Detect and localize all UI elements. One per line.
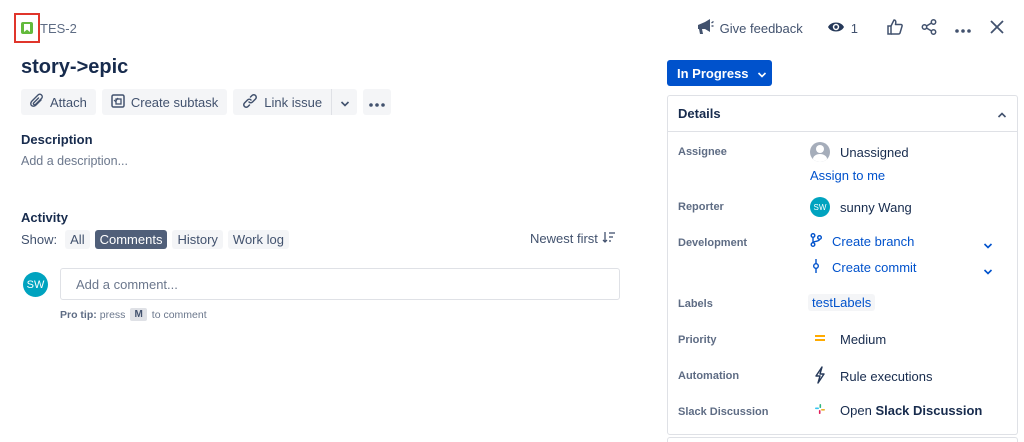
labels-value[interactable]: testLabels [808, 294, 876, 311]
assign-to-me-link[interactable]: Assign to me [810, 168, 885, 183]
automation-value[interactable]: Rule executions [810, 366, 933, 387]
protip-post: to comment [151, 308, 207, 321]
sort-label: Newest first [530, 231, 598, 246]
like-button[interactable] [880, 14, 910, 42]
label-chip[interactable]: testLabels [808, 294, 876, 311]
issue-key-breadcrumb[interactable]: TES-2 [14, 13, 77, 43]
description-heading: Description [21, 132, 93, 147]
more-icon [955, 21, 971, 36]
chevron-down-icon[interactable] [983, 263, 993, 278]
lightning-icon [810, 366, 830, 387]
avatar: SW [23, 272, 48, 297]
priority-medium-icon [810, 330, 830, 349]
create-subtask-button[interactable]: Create subtask [101, 89, 228, 115]
chevron-down-icon [757, 66, 767, 81]
eye-icon [827, 20, 845, 37]
assignee-value[interactable]: Unassigned [810, 142, 909, 162]
story-icon [21, 22, 33, 34]
share-button[interactable] [914, 14, 944, 42]
watch-count: 1 [850, 20, 858, 36]
branch-icon [810, 233, 822, 250]
chevron-down-icon [340, 95, 350, 110]
link-issue-group: Link issue [233, 89, 358, 115]
link-issue-label: Link issue [264, 94, 323, 110]
chevron-down-icon[interactable] [983, 237, 993, 252]
activity-filter-row: Show: All Comments History Work log [21, 230, 289, 249]
status-label: In Progress [677, 65, 749, 81]
priority-value[interactable]: Medium [810, 330, 886, 349]
filter-all[interactable]: All [65, 230, 90, 249]
subtask-icon [111, 93, 125, 111]
slack-label: Slack Discussion [678, 406, 769, 418]
commit-icon [810, 259, 822, 276]
chevron-up-icon[interactable] [997, 106, 1007, 121]
slack-open-text: Open Slack Discussion [840, 403, 983, 418]
create-branch-link[interactable]: Create branch [810, 233, 914, 250]
create-branch-label: Create branch [832, 234, 915, 249]
link-issue-button[interactable]: Link issue [233, 89, 332, 115]
share-icon [921, 18, 937, 38]
thumbs-up-icon [887, 18, 903, 38]
close-button[interactable] [982, 14, 1012, 42]
details-title: Details [678, 106, 721, 121]
comment-input[interactable]: Add a comment... [60, 268, 620, 300]
top-actions: Give feedback 1 [696, 14, 1012, 42]
automation-label: Automation [678, 370, 740, 382]
protip-key: M [130, 308, 147, 321]
avatar: SW [810, 197, 830, 217]
toolbar-more-button[interactable] [363, 89, 392, 115]
protip-pre: press [99, 308, 126, 321]
filter-comments[interactable]: Comments [94, 230, 168, 249]
more-icon [369, 95, 385, 110]
issue-title[interactable]: story->epic [21, 56, 128, 79]
automation-name: Rule executions [840, 369, 933, 384]
labels-label: Labels [678, 298, 713, 310]
give-feedback-button[interactable]: Give feedback [696, 18, 803, 38]
sort-order-button[interactable]: Newest first [530, 231, 616, 246]
feedback-label: Give feedback [719, 20, 803, 36]
link-issue-dropdown[interactable] [331, 89, 358, 115]
link-icon [242, 93, 258, 112]
create-commit-label: Create commit [832, 260, 917, 275]
attach-label: Attach [50, 94, 87, 110]
reporter-label: Reporter [678, 201, 724, 213]
details-header[interactable]: Details [668, 96, 1017, 132]
protip-bold: Pro tip: [60, 308, 97, 321]
issue-key[interactable]: TES-2 [40, 21, 77, 36]
priority-label: Priority [678, 334, 717, 346]
issue-toolbar: Attach Create subtask Link issue [21, 89, 392, 115]
secondary-panel [667, 437, 1018, 442]
show-label: Show: [21, 232, 58, 247]
details-panel: Details Assignee Unassigned Assign to me… [667, 95, 1018, 435]
watch-button[interactable]: 1 [827, 20, 858, 37]
slack-icon [810, 402, 830, 419]
priority-name: Medium [840, 332, 887, 347]
person-icon [810, 142, 830, 162]
create-subtask-label: Create subtask [130, 94, 219, 110]
reporter-name: sunny Wang [840, 199, 912, 215]
close-icon [990, 19, 1004, 37]
attach-button[interactable]: Attach [21, 89, 96, 115]
pro-tip: Pro tip: press M to comment [60, 308, 207, 321]
story-type-highlight [14, 13, 40, 43]
sort-icon [602, 231, 616, 246]
paperclip-icon [30, 93, 44, 112]
filter-work-log[interactable]: Work log [227, 230, 289, 249]
slack-discussion-link[interactable]: Open Slack Discussion [810, 402, 982, 419]
more-actions-button[interactable] [948, 14, 978, 42]
development-label: Development [678, 237, 748, 249]
assignee-label: Assignee [678, 146, 727, 158]
reporter-value[interactable]: SW sunny Wang [810, 197, 912, 217]
assignee-name: Unassigned [840, 144, 909, 160]
status-button[interactable]: In Progress [667, 60, 772, 86]
filter-history[interactable]: History [172, 230, 223, 249]
activity-heading: Activity [21, 210, 68, 225]
megaphone-icon [696, 18, 714, 38]
description-field[interactable]: Add a description... [21, 154, 128, 168]
create-commit-link[interactable]: Create commit [810, 259, 917, 276]
